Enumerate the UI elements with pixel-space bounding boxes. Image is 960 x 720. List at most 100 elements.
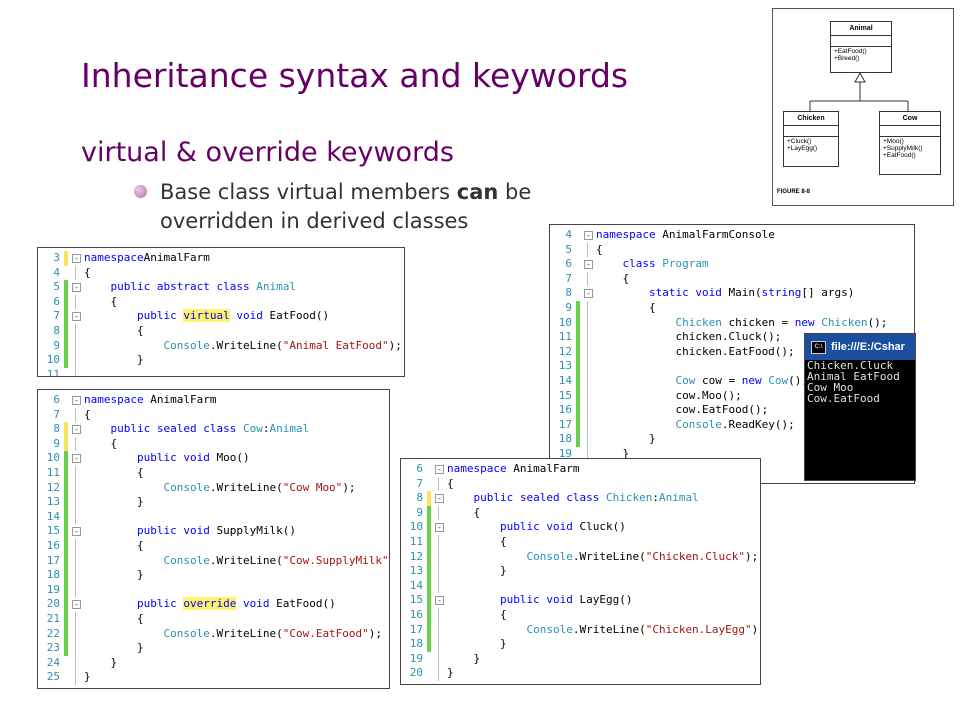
code-text: Console.WriteLine("Cow.SupplyMilk"); bbox=[84, 554, 389, 569]
collapse-icon[interactable]: - bbox=[72, 425, 81, 435]
saved-change-marker bbox=[64, 568, 68, 583]
code-token: } bbox=[84, 495, 144, 509]
code-text: Console.WriteLine("Chicken.Cluck"); bbox=[447, 550, 758, 565]
code-text: { bbox=[447, 535, 507, 550]
code-token: ); bbox=[751, 622, 760, 636]
line-number: 17 bbox=[46, 553, 60, 567]
line-number: 12 bbox=[46, 480, 60, 494]
line-number: 15 bbox=[558, 388, 572, 402]
code-token: AnimalFarmConsole bbox=[655, 228, 775, 241]
collapse-icon[interactable]: - bbox=[72, 254, 81, 263]
code-token: { bbox=[84, 538, 144, 552]
saved-change-marker bbox=[64, 553, 68, 569]
code-text: Console.WriteLine("Animal EatFood"); bbox=[84, 339, 401, 354]
collapse-icon[interactable]: - bbox=[435, 596, 444, 606]
code-token: cow = bbox=[695, 373, 742, 387]
line-number: 14 bbox=[558, 373, 572, 387]
code-line: 21 { bbox=[38, 611, 389, 627]
code-token: } bbox=[84, 655, 118, 669]
code-line: 25} bbox=[38, 670, 389, 685]
code-line: 7{ bbox=[401, 476, 760, 492]
code-line: 13 } bbox=[401, 564, 760, 579]
outline-guide bbox=[587, 315, 588, 331]
line-number: 5 bbox=[565, 242, 572, 256]
line-number: 4 bbox=[565, 228, 572, 241]
outline-guide bbox=[75, 367, 76, 376]
saved-change-marker bbox=[64, 582, 68, 598]
console-title-bar[interactable]: C:\ file:///E:/Cshar bbox=[805, 334, 915, 360]
code-line: 12 Console.WriteLine("Chicken.Cluck"); bbox=[401, 549, 760, 565]
saved-change-marker bbox=[64, 309, 68, 324]
collapse-icon[interactable]: - bbox=[435, 523, 444, 533]
collapse-icon[interactable]: - bbox=[72, 527, 81, 537]
outline-guide bbox=[75, 568, 76, 583]
collapse-icon[interactable]: - bbox=[72, 283, 81, 293]
uml-class-name: Cow bbox=[880, 112, 940, 126]
code-text: Console.WriteLine("Chicken.LayEgg"); bbox=[447, 622, 760, 638]
code-token: SupplyMilk() bbox=[209, 524, 296, 538]
code-text: } bbox=[596, 432, 656, 447]
code-token: ); bbox=[745, 549, 759, 563]
collapse-icon[interactable]: - bbox=[435, 465, 444, 474]
code-text: } bbox=[84, 641, 144, 656]
code-line: 19 } bbox=[401, 651, 760, 667]
saved-change-marker bbox=[576, 330, 580, 345]
collapse-icon[interactable]: - bbox=[584, 289, 593, 299]
code-token: namespace bbox=[84, 251, 144, 264]
code-text: public virtual void EatFood() bbox=[84, 309, 329, 324]
code-token: } bbox=[84, 353, 144, 367]
code-line: 6 - class Program bbox=[550, 257, 914, 272]
code-token: chicken.Cluck(); bbox=[596, 330, 782, 344]
code-token: chicken = bbox=[721, 315, 795, 329]
slide-subtitle: virtual & override keywords bbox=[81, 137, 454, 168]
line-number: 11 bbox=[46, 465, 60, 479]
code-line: 16 { bbox=[38, 538, 389, 554]
code-token: public void bbox=[499, 593, 573, 607]
outline-guide bbox=[587, 300, 588, 316]
code-line: 5{ bbox=[550, 242, 914, 258]
saved-change-marker bbox=[576, 344, 580, 360]
code-text: } bbox=[84, 495, 144, 510]
collapse-icon[interactable]: - bbox=[584, 260, 593, 270]
saved-change-marker bbox=[64, 280, 68, 295]
outline-guide bbox=[438, 637, 439, 652]
code-line: 8 - static void Main(string[] args) bbox=[550, 286, 914, 301]
code-token: "Cow Moo" bbox=[282, 480, 343, 494]
code-line: 19 bbox=[38, 582, 389, 598]
line-number: 23 bbox=[46, 641, 60, 655]
collapse-icon[interactable]: - bbox=[584, 231, 593, 240]
collapse-icon[interactable]: - bbox=[72, 396, 81, 405]
line-number: 25 bbox=[46, 670, 60, 684]
code-token: namespace bbox=[596, 228, 656, 241]
collapse-icon[interactable]: - bbox=[72, 454, 81, 464]
code-line: 13 } bbox=[38, 495, 389, 510]
code-token: Console bbox=[526, 622, 573, 636]
collapse-icon[interactable]: - bbox=[435, 494, 444, 504]
unsaved-change-marker bbox=[64, 422, 68, 437]
code-token: public sealed class bbox=[110, 422, 237, 436]
code-line: 14 bbox=[38, 509, 389, 525]
bullet-text: Base class virtual members can be overri… bbox=[160, 178, 590, 236]
saved-change-marker bbox=[576, 300, 580, 316]
saved-change-marker bbox=[64, 465, 68, 481]
saved-change-marker bbox=[576, 359, 580, 374]
code-token: Cow bbox=[675, 373, 696, 387]
line-number: 18 bbox=[46, 568, 60, 582]
code-line: 8 - public sealed class Cow:Animal bbox=[38, 422, 389, 437]
code-token: { bbox=[596, 242, 603, 256]
code-token: chicken.EatFood(); bbox=[596, 344, 795, 358]
code-line: 22 Console.WriteLine("Cow.EatFood"); bbox=[38, 626, 389, 642]
code-line: 9 { bbox=[401, 505, 760, 521]
collapse-icon[interactable]: - bbox=[72, 600, 81, 610]
code-token: (); bbox=[867, 315, 888, 329]
code-text: public void SupplyMilk() bbox=[84, 524, 296, 539]
collapse-icon[interactable]: - bbox=[72, 312, 81, 322]
code-token: public void bbox=[136, 524, 210, 538]
code-line: 11 { bbox=[38, 465, 389, 481]
outline-guide bbox=[438, 505, 439, 521]
uml-class-name: Chicken bbox=[784, 112, 838, 126]
